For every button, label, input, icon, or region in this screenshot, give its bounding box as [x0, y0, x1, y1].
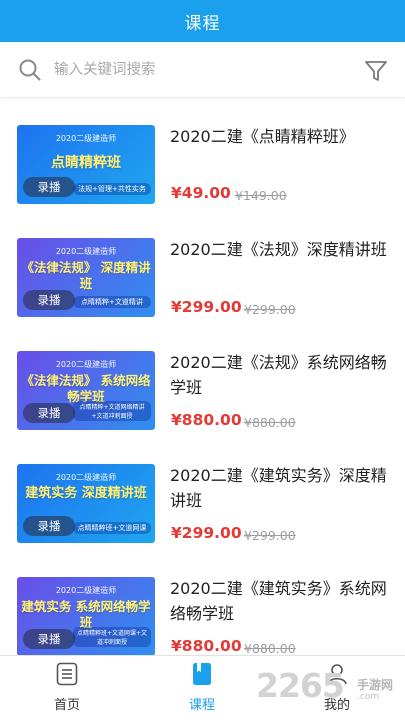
recorded-badge: 录播	[23, 629, 75, 649]
course-title[interactable]: 2020二建《建筑实务》系统网络畅学班	[170, 576, 392, 626]
course-title[interactable]: 2020二建《建筑实务》深度精讲班	[170, 463, 392, 513]
recorded-badge: 录播	[23, 516, 75, 536]
thumbnail-caption: 2020二级建造师	[55, 247, 117, 256]
thumbnail-caption: 2020二级建造师	[55, 360, 117, 369]
thumbnail-heading: 建筑实务 深度精讲班	[25, 486, 147, 501]
thumbnail-heading: 点睛精粹班	[51, 155, 121, 171]
search-icon[interactable]	[18, 58, 42, 82]
watermark-url: .com	[357, 692, 380, 702]
watermark-text: 手游网	[357, 678, 394, 692]
filter-icon[interactable]	[363, 58, 389, 84]
course-thumbnail[interactable]: 2020二级建造师 《法律法规》 系统网络畅学班 点睛精粹+文道网络精讲+文道冲…	[17, 351, 155, 430]
thumbnail-caption: 2020二级建造师	[55, 473, 117, 482]
book-icon	[193, 663, 211, 685]
search-bar	[0, 42, 405, 98]
search-input[interactable]	[54, 57, 334, 83]
course-item[interactable]: 2020二级建造师 《法律法规》 深度精讲班 点睛精粹+文道精讲 录播 2020…	[0, 231, 405, 339]
recorded-badge: 录播	[23, 177, 75, 197]
top-bar: 课程	[0, 0, 405, 42]
thumbnail-subtitle: 点睛精粹班+文道网课	[73, 522, 151, 534]
thumbnail-subtitle: 点睛精粹+文道精讲	[73, 296, 151, 308]
thumbnail-caption: 2020二级建造师	[55, 134, 117, 143]
course-price: ¥299.00	[171, 298, 242, 316]
thumbnail-heading: 《法律法规》 深度精讲班	[21, 260, 151, 291]
original-price: ¥299.00	[244, 302, 296, 317]
thumbnail-subtitle: 点睛精粹+文道网络精讲+文道冲刺面授	[73, 401, 151, 421]
course-price: ¥880.00	[171, 411, 242, 429]
list-icon	[56, 662, 78, 686]
original-price: ¥149.00	[235, 188, 287, 203]
tab-courses-label: 课程	[188, 698, 215, 713]
course-title[interactable]: 2020二建《法规》深度精讲班	[170, 237, 392, 262]
course-list: 2020二级建造师 点睛精粹班 法规+管理+共性实务 录播 2020二建《点睛精…	[0, 100, 405, 655]
original-price: ¥880.00	[244, 415, 296, 430]
course-thumbnail[interactable]: 2020二级建造师 《法律法规》 深度精讲班 点睛精粹+文道精讲 录播	[17, 238, 155, 317]
thumbnail-subtitle: 法规+管理+共性实务	[73, 183, 151, 195]
course-title[interactable]: 2020二建《法规》系统网络畅学班	[170, 350, 392, 400]
recorded-badge: 录播	[23, 290, 75, 310]
tab-courses[interactable]: 课程	[157, 656, 247, 720]
course-item[interactable]: 2020二级建造师 建筑实务 系统网络畅学班 点睛精粹班+文道网课+文道冲刺面授…	[0, 570, 405, 655]
tab-home[interactable]: 首页	[22, 656, 112, 720]
course-item[interactable]: 2020二级建造师 《法律法规》 系统网络畅学班 点睛精粹+文道网络精讲+文道冲…	[0, 344, 405, 452]
original-price: ¥299.00	[244, 528, 296, 543]
course-price: ¥299.00	[171, 524, 242, 542]
course-item[interactable]: 2020二级建造师 点睛精粹班 法规+管理+共性实务 录播 2020二建《点睛精…	[0, 118, 405, 226]
tab-home-label: 首页	[53, 698, 80, 713]
thumbnail-caption: 2020二级建造师	[55, 586, 117, 595]
thumbnail-subtitle: 点睛精粹班+文道网课+文道冲刺面授	[73, 627, 151, 647]
watermark-number: 2265	[256, 666, 345, 705]
course-thumbnail[interactable]: 2020二级建造师 建筑实务 系统网络畅学班 点睛精粹班+文道网课+文道冲刺面授…	[17, 577, 155, 655]
course-item[interactable]: 2020二级建造师 建筑实务 深度精讲班 点睛精粹班+文道网课 录播 2020二…	[0, 457, 405, 565]
page-title: 课程	[184, 13, 221, 34]
course-price: ¥880.00	[171, 637, 242, 655]
site-watermark: 2265 手游网 .com	[256, 664, 405, 720]
course-thumbnail[interactable]: 2020二级建造师 点睛精粹班 法规+管理+共性实务 录播	[17, 125, 155, 204]
course-title[interactable]: 2020二建《点睛精粹班》	[170, 124, 392, 149]
course-price: ¥49.00	[171, 184, 231, 202]
course-thumbnail[interactable]: 2020二级建造师 建筑实务 深度精讲班 点睛精粹班+文道网课 录播	[17, 464, 155, 543]
recorded-badge: 录播	[23, 403, 75, 423]
original-price: ¥880.00	[244, 641, 296, 655]
